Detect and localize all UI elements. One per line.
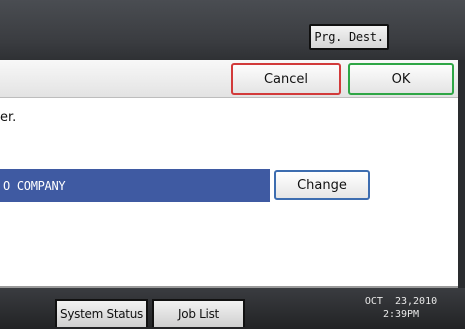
dialog-panel: Cancel OK er. O COMPANY Change bbox=[0, 60, 458, 288]
cancel-button[interactable]: Cancel bbox=[231, 63, 341, 95]
time-text: 2:39PM bbox=[382, 309, 420, 320]
prg-dest-label: Prg. Dest. bbox=[314, 30, 384, 44]
panel-right-edge bbox=[458, 60, 465, 288]
prg-dest-button[interactable]: Prg. Dest. bbox=[309, 24, 389, 50]
change-button[interactable]: Change bbox=[274, 170, 370, 200]
status-bar: System Status Job List OCT 23,2010 2:39P… bbox=[0, 288, 465, 329]
job-list-button[interactable]: Job List bbox=[152, 299, 245, 327]
ok-button[interactable]: OK bbox=[348, 63, 454, 95]
change-label: Change bbox=[297, 177, 347, 193]
dialog-header: Cancel OK bbox=[0, 60, 458, 98]
system-status-label: System Status bbox=[60, 307, 143, 321]
name-field-value: O COMPANY bbox=[3, 178, 66, 193]
top-bar: Prg. Dest. bbox=[0, 0, 465, 60]
date-text: OCT 23,2010 bbox=[364, 296, 438, 307]
system-status-button[interactable]: System Status bbox=[55, 299, 148, 327]
date-time-display: OCT 23,2010 2:39PM bbox=[360, 295, 442, 321]
cancel-label: Cancel bbox=[263, 71, 309, 87]
job-list-label: Job List bbox=[178, 307, 219, 321]
name-field: O COMPANY bbox=[0, 169, 270, 202]
ok-label: OK bbox=[391, 71, 411, 87]
instruction-text: er. bbox=[0, 110, 17, 125]
